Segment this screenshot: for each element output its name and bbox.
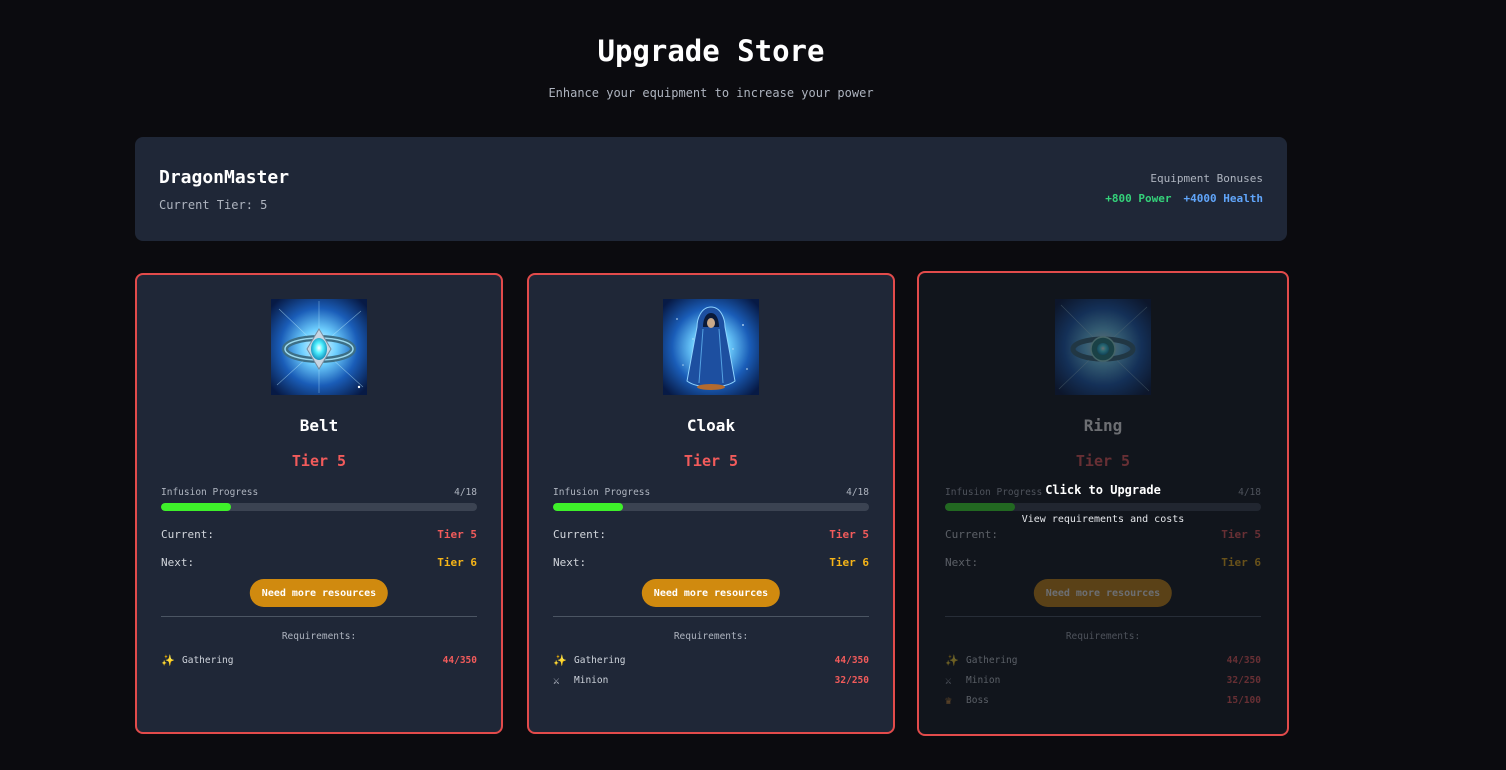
infusion-progress-label: Infusion Progress bbox=[553, 487, 651, 498]
need-more-resources-button[interactable]: Need more resources bbox=[641, 579, 781, 607]
item-tier: Tier 5 bbox=[683, 452, 739, 470]
sparkles-icon: ✨ bbox=[161, 654, 175, 667]
belt-item-image bbox=[271, 299, 367, 395]
next-tier-label: Next: bbox=[161, 556, 195, 569]
requirement-value: 44/350 bbox=[1226, 655, 1261, 666]
divider bbox=[161, 616, 477, 617]
requirement-value: 32/250 bbox=[1226, 675, 1261, 686]
current-tier-label: Current: bbox=[161, 528, 214, 541]
requirement-name: Minion bbox=[966, 675, 1001, 686]
current-tier-value: Tier 5 bbox=[1221, 528, 1261, 541]
infusion-progress-count: 4/18 bbox=[846, 487, 869, 498]
requirement-value: 15/100 bbox=[1226, 695, 1261, 706]
item-tier: Tier 5 bbox=[291, 452, 347, 470]
current-tier-value: Tier 5 bbox=[829, 528, 869, 541]
requirement-name: Gathering bbox=[182, 655, 234, 666]
view-requirements-label: View requirements and costs bbox=[1021, 514, 1185, 525]
infusion-progress-bar bbox=[945, 503, 1261, 511]
requirement-item: ✨ Gathering 44/350 bbox=[945, 654, 1261, 670]
requirement-item: ⚔ Minion 32/250 bbox=[553, 674, 869, 690]
infusion-progress-bar bbox=[553, 503, 869, 511]
next-tier-value: Tier 6 bbox=[829, 556, 869, 569]
sparkles-icon: ✨ bbox=[945, 654, 959, 667]
player-summary-panel: DragonMaster Current Tier: 5 Equipment B… bbox=[135, 137, 1287, 241]
crossed-swords-icon: ⚔ bbox=[553, 674, 560, 687]
upgrade-card-ring[interactable]: Ring Tier 5 Infusion Progress 4/18 Curre… bbox=[917, 271, 1289, 736]
equipment-bonuses: +800 Power +4000 Health bbox=[1105, 192, 1263, 205]
page-subtitle: Enhance your equipment to increase your … bbox=[548, 86, 874, 100]
cloak-item-image bbox=[663, 299, 759, 395]
crossed-swords-icon: ⚔ bbox=[945, 674, 952, 687]
power-bonus: +800 Power bbox=[1105, 192, 1172, 205]
item-tier: Tier 5 bbox=[1075, 452, 1131, 470]
infusion-progress-count: 4/18 bbox=[454, 487, 477, 498]
crown-icon: ♛ bbox=[945, 694, 952, 707]
current-tier-label: Current: bbox=[945, 528, 998, 541]
click-to-upgrade-label: Click to Upgrade bbox=[1045, 483, 1161, 497]
requirement-item: ⚔ Minion 32/250 bbox=[945, 674, 1261, 690]
requirement-name: Minion bbox=[574, 675, 609, 686]
divider bbox=[945, 616, 1261, 617]
player-tier: Current Tier: 5 bbox=[159, 198, 268, 212]
infusion-progress-fill bbox=[945, 503, 1016, 511]
infusion-progress-fill bbox=[553, 503, 624, 511]
need-more-resources-button[interactable]: Need more resources bbox=[1033, 579, 1173, 607]
requirement-value: 44/350 bbox=[442, 655, 477, 666]
requirement-name: Gathering bbox=[966, 655, 1018, 666]
requirements-title: Requirements: bbox=[1065, 631, 1141, 642]
requirement-value: 32/250 bbox=[834, 675, 869, 686]
next-tier-label: Next: bbox=[945, 556, 979, 569]
infusion-progress-fill bbox=[161, 503, 232, 511]
requirement-item: ✨ Gathering 44/350 bbox=[161, 654, 477, 670]
current-tier-value: Tier 5 bbox=[437, 528, 477, 541]
item-name: Ring bbox=[1083, 416, 1123, 435]
requirements-title: Requirements: bbox=[281, 631, 357, 642]
page-title: Upgrade Store bbox=[597, 34, 825, 68]
player-name: DragonMaster bbox=[159, 167, 290, 188]
requirement-item: ♛ Boss 15/100 bbox=[945, 694, 1261, 710]
current-tier-label: Current: bbox=[553, 528, 606, 541]
divider bbox=[553, 616, 869, 617]
infusion-progress-label: Infusion Progress bbox=[161, 487, 259, 498]
next-tier-value: Tier 6 bbox=[1221, 556, 1261, 569]
sparkles-icon: ✨ bbox=[553, 654, 567, 667]
infusion-progress-bar bbox=[161, 503, 477, 511]
requirements-title: Requirements: bbox=[673, 631, 749, 642]
requirement-value: 44/350 bbox=[834, 655, 869, 666]
need-more-resources-button[interactable]: Need more resources bbox=[249, 579, 389, 607]
equipment-bonuses-title: Equipment Bonuses bbox=[1150, 172, 1263, 185]
requirement-name: Gathering bbox=[574, 655, 626, 666]
requirement-name: Boss bbox=[966, 695, 989, 706]
upgrade-card-belt[interactable]: Belt Tier 5 Infusion Progress 4/18 Curre… bbox=[135, 273, 503, 734]
ring-item-image bbox=[1055, 299, 1151, 395]
upgrade-card-cloak[interactable]: Cloak Tier 5 Infusion Progress 4/18 Curr… bbox=[527, 273, 895, 734]
health-bonus: +4000 Health bbox=[1183, 192, 1263, 205]
requirement-item: ✨ Gathering 44/350 bbox=[553, 654, 869, 670]
next-tier-label: Next: bbox=[553, 556, 587, 569]
item-name: Belt bbox=[299, 416, 339, 435]
item-name: Cloak bbox=[686, 416, 736, 435]
next-tier-value: Tier 6 bbox=[437, 556, 477, 569]
